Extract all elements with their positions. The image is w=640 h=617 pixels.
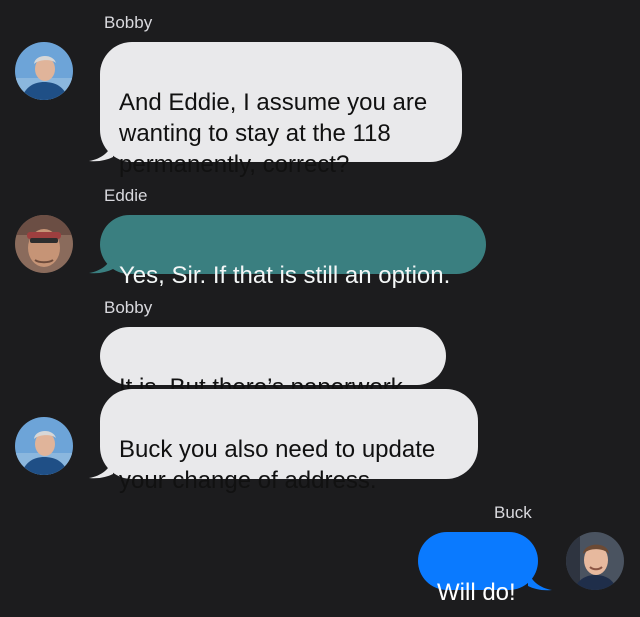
sender-name-eddie: Eddie <box>104 186 148 205</box>
message-text: And Eddie, I assume you are wanting to s… <box>119 89 428 178</box>
sender-name-bobby: Bobby <box>104 13 153 32</box>
message-bubble-buck[interactable]: Will do! <box>418 532 538 606</box>
message-bubble-bobby-1[interactable]: And Eddie, I assume you are wanting to s… <box>100 42 462 178</box>
message-text: Will do! <box>437 579 516 606</box>
bubble-tail <box>89 252 113 274</box>
eddie-avatar-icon[interactable] <box>15 215 73 273</box>
bubble-tail <box>89 457 113 479</box>
sender-name-buck: Buck <box>494 503 532 522</box>
message-text: Yes, Sir. If that is still an option. <box>119 262 451 289</box>
bobby-avatar-icon[interactable] <box>15 42 73 100</box>
bobby-avatar-icon[interactable] <box>15 417 73 475</box>
buck-avatar-icon[interactable] <box>566 532 624 590</box>
bubble-tail <box>528 569 552 591</box>
sender-name-bobby: Bobby <box>104 298 153 317</box>
message-bubble-bobby-3[interactable]: Buck you also need to update your change… <box>100 389 478 494</box>
message-text: Buck you also need to update your change… <box>119 436 436 494</box>
message-bubble-eddie[interactable]: Yes, Sir. If that is still an option. <box>100 215 486 289</box>
message-bubble-bobby-2[interactable]: It is. But there’s paperwork. <box>100 327 446 401</box>
message-thread: Bobby And Eddie, I assume you are wantin… <box>0 0 640 617</box>
bubble-tail <box>89 140 113 162</box>
